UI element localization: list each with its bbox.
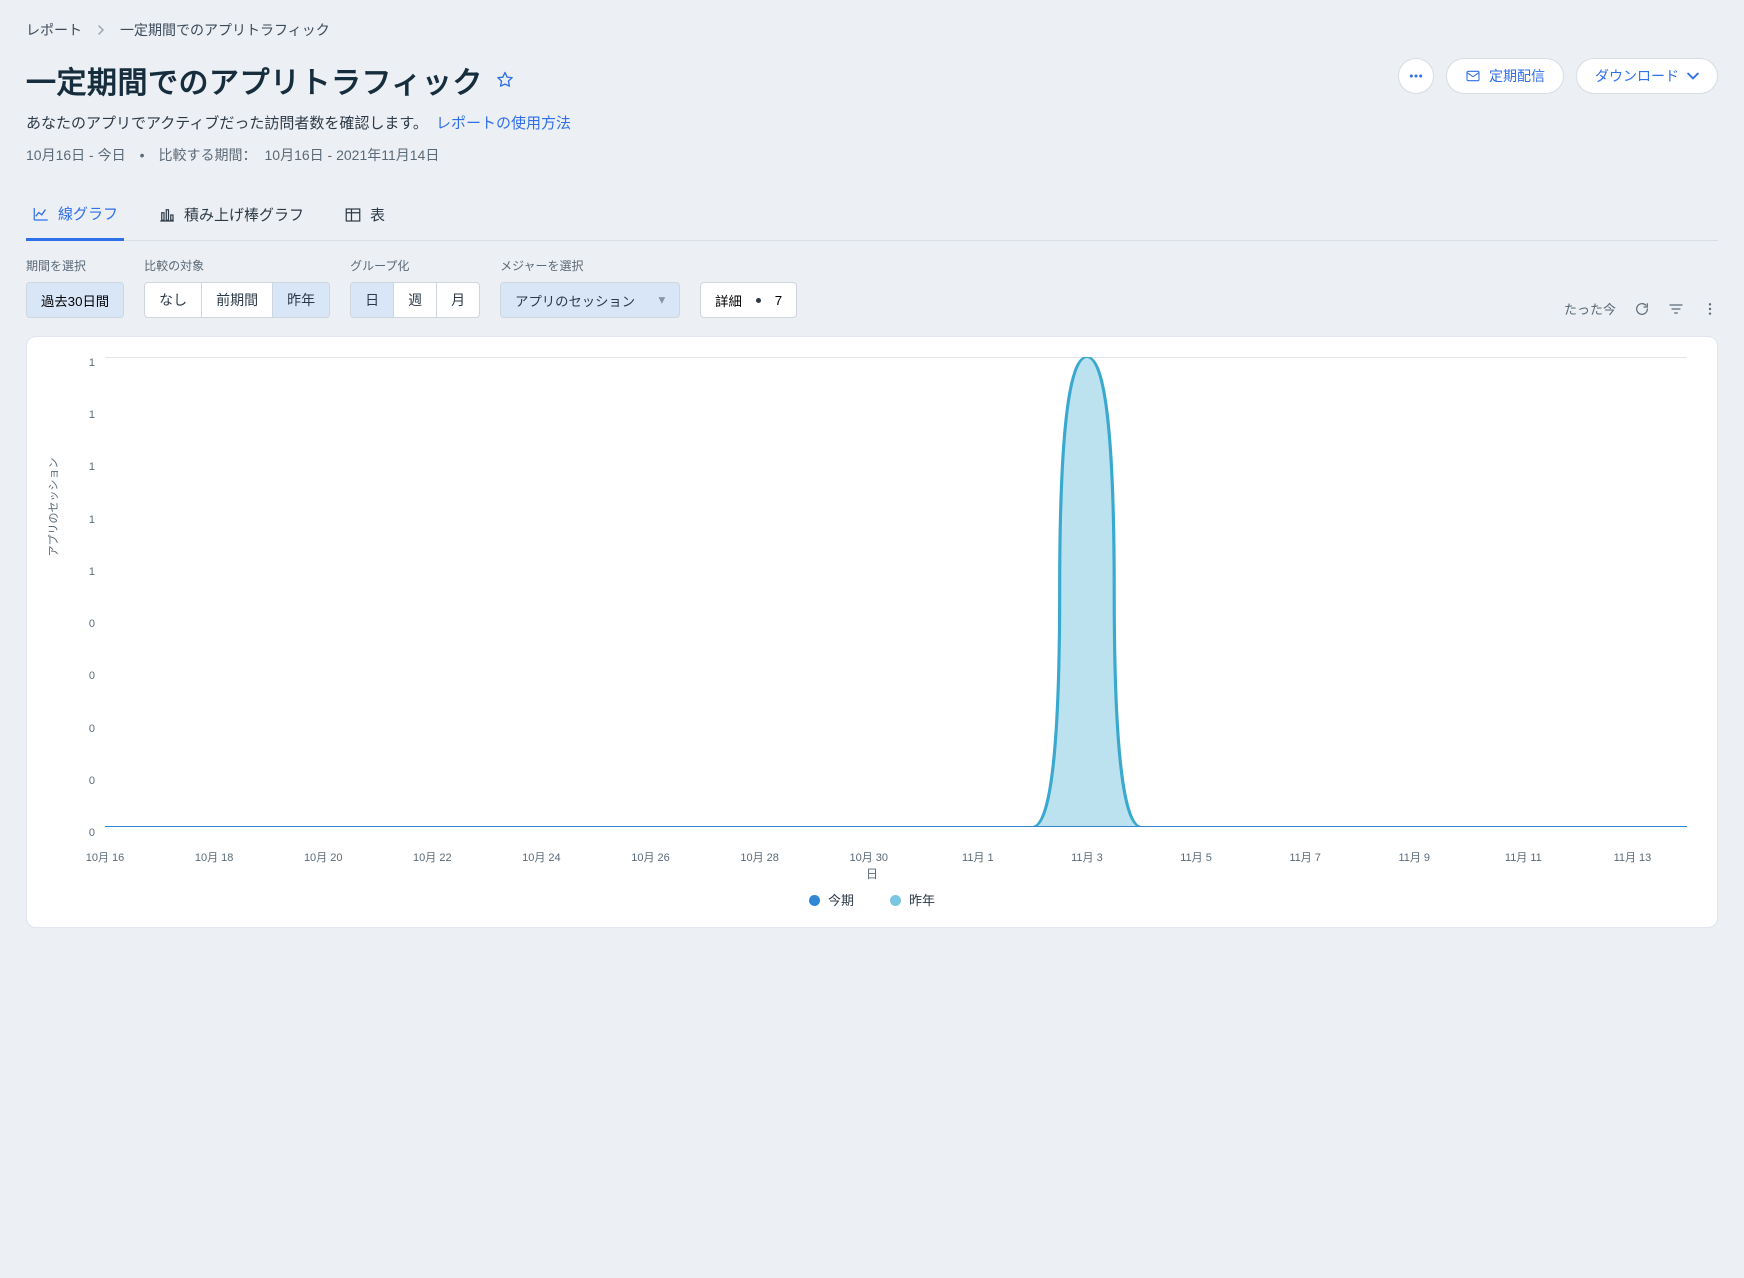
y-tick: 0: [47, 775, 95, 787]
last-updated: たった今: [1564, 299, 1616, 318]
y-tick: 0: [47, 618, 95, 630]
breadcrumb: レポート 一定期間でのアプリトラフィック: [26, 20, 1718, 40]
group-label: グループ化: [350, 257, 480, 274]
x-tick: 10月 24: [522, 849, 561, 865]
x-tick: 11月 5: [1180, 849, 1212, 865]
download-label: ダウンロード: [1595, 66, 1679, 86]
group-week[interactable]: 週: [394, 282, 437, 318]
y-tick: 1: [47, 566, 95, 578]
measure-label: メジャーを選択: [500, 257, 680, 274]
tab-stacked-bar[interactable]: 積み上げ棒グラフ: [152, 193, 310, 240]
refresh-button[interactable]: [1634, 301, 1650, 317]
page-subtitle: あなたのアプリでアクティブだった訪問者数を確認します。 レポートの使用方法: [26, 112, 571, 133]
x-tick: 10月 16: [86, 849, 125, 865]
tab-table[interactable]: 表: [338, 193, 391, 240]
stacked-bar-icon: [158, 206, 176, 224]
group-day[interactable]: 日: [350, 282, 394, 318]
legend-prev: 昨年: [890, 890, 935, 909]
breadcrumb-current: 一定期間でのアプリトラフィック: [120, 20, 330, 40]
x-tick: 10月 30: [849, 849, 888, 865]
y-tick: 0: [47, 670, 95, 682]
x-tick: 11月 3: [1071, 849, 1103, 865]
schedule-button[interactable]: 定期配信: [1446, 58, 1564, 94]
compare-prev[interactable]: 前期間: [202, 282, 273, 318]
breadcrumb-root[interactable]: レポート: [26, 20, 82, 40]
tab-line-chart[interactable]: 線グラフ: [26, 193, 124, 241]
caret-down-icon: ▾: [658, 292, 665, 308]
measure-selector[interactable]: アプリのセッション ▾: [500, 282, 680, 318]
plot: [105, 357, 1687, 827]
download-button[interactable]: ダウンロード: [1576, 58, 1718, 94]
y-tick: 0: [47, 827, 95, 839]
page-title: 一定期間でのアプリトラフィック: [26, 58, 483, 102]
group-segmented: 日 週 月: [350, 282, 480, 318]
y-tick: 1: [47, 514, 95, 526]
x-tick: 10月 22: [413, 849, 452, 865]
filter-button[interactable]: [1668, 301, 1684, 317]
favorite-button[interactable]: [495, 70, 515, 90]
y-tick: 1: [47, 357, 95, 369]
detail-button[interactable]: 詳細7: [700, 282, 797, 318]
group-month[interactable]: 月: [437, 282, 480, 318]
y-tick: 0: [47, 723, 95, 735]
x-tick: 10月 18: [195, 849, 234, 865]
x-tick: 11月 11: [1505, 849, 1542, 865]
chart-legend: 今期 昨年: [47, 890, 1697, 909]
kebab-button[interactable]: [1702, 301, 1718, 317]
x-axis-title: 日: [47, 865, 1697, 882]
period-label: 期間を選択: [26, 257, 124, 274]
y-tick: 1: [47, 409, 95, 421]
chevron-right-icon: [96, 22, 106, 38]
y-tick: 1: [47, 461, 95, 473]
x-tick: 10月 26: [631, 849, 670, 865]
chart-area: アプリのセッション 1111100000 10月 1610月 1810月 201…: [47, 351, 1697, 861]
compare-label: 比較の対象: [144, 257, 330, 274]
x-tick: 10月 28: [740, 849, 779, 865]
x-tick: 10月 20: [304, 849, 343, 865]
chevron-down-icon: [1687, 70, 1699, 82]
help-link[interactable]: レポートの使用方法: [436, 115, 571, 132]
x-tick: 11月 7: [1289, 849, 1321, 865]
schedule-label: 定期配信: [1489, 66, 1545, 86]
date-range: 10月16日 - 今日: [26, 145, 126, 165]
compare-segmented: なし 前期間 昨年: [144, 282, 330, 318]
chart-card: アプリのセッション 1111100000 10月 1610月 1810月 201…: [26, 336, 1718, 928]
x-tick: 11月 9: [1398, 849, 1430, 865]
legend-current: 今期: [809, 890, 854, 909]
table-icon: [344, 206, 362, 224]
x-tick: 11月 1: [962, 849, 994, 865]
compare-last-year[interactable]: 昨年: [273, 282, 330, 318]
line-chart-icon: [32, 205, 50, 223]
compare-none[interactable]: なし: [144, 282, 202, 318]
x-tick: 11月 13: [1614, 849, 1652, 865]
date-range-line: 10月16日 - 今日 比較する期間： 10月16日 - 2021年11月14日: [26, 145, 571, 165]
chart-type-tabs: 線グラフ 積み上げ棒グラフ 表: [26, 193, 1718, 241]
compare-label: 比較する期間：: [159, 145, 257, 165]
more-actions-button[interactable]: [1398, 58, 1434, 94]
compare-range: 10月16日 - 2021年11月14日: [265, 145, 440, 165]
period-selector[interactable]: 過去30日間: [26, 282, 124, 318]
